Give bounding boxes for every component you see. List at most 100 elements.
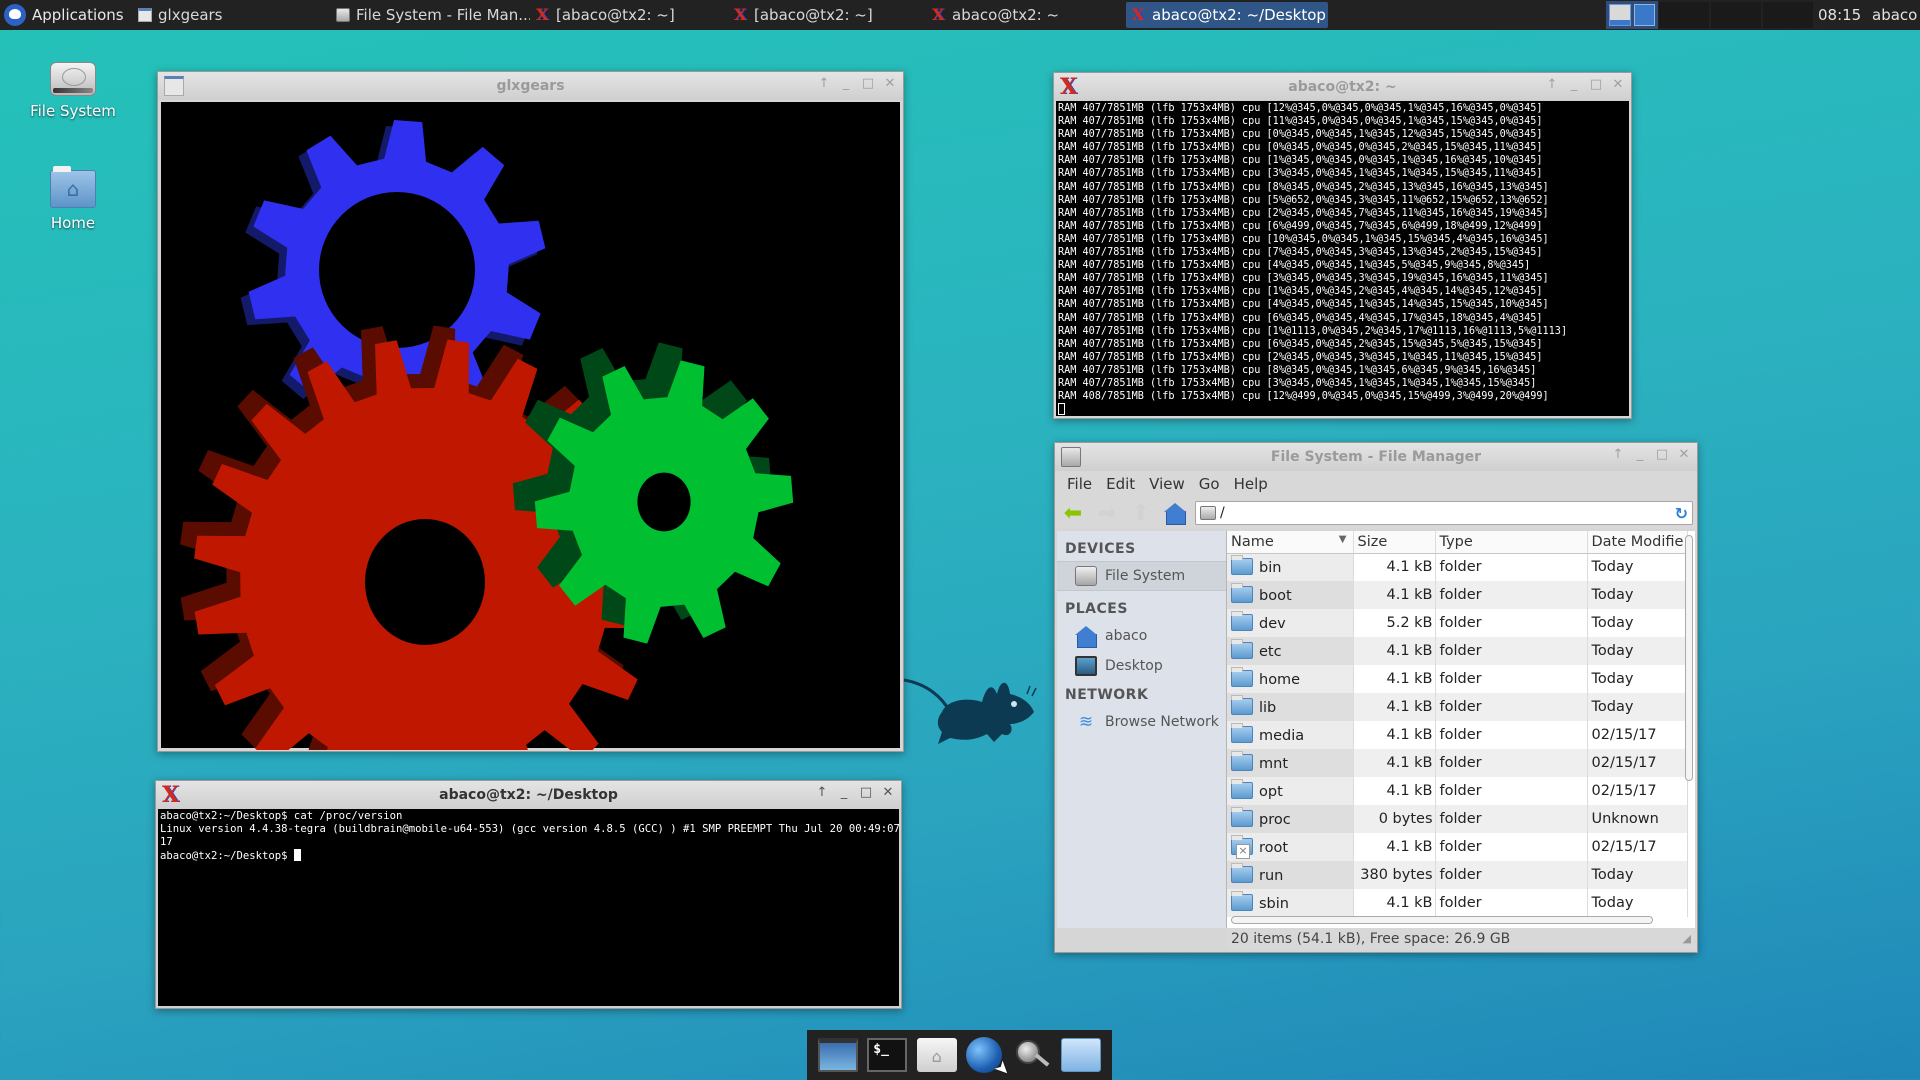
file-row[interactable]: run 380 bytes folder Today xyxy=(1227,861,1688,889)
sidebar-item-abaco[interactable]: abaco xyxy=(1057,621,1226,651)
terminal-prompt-line: abaco@tx2:~/Desktop$ xyxy=(160,849,897,863)
maximize-button[interactable]: □ xyxy=(1589,77,1603,92)
minimize-button[interactable]: _ xyxy=(1633,447,1647,462)
terminal-line: RAM 407/7851MB (lfb 1753x4MB) cpu [1%@34… xyxy=(1058,155,1543,167)
file-name: dev xyxy=(1259,616,1286,632)
user-menu[interactable]: abaco xyxy=(1872,6,1917,24)
dock-terminal[interactable]: $_ xyxy=(867,1038,908,1072)
file-row[interactable]: lib 4.1 kB folder Today xyxy=(1227,693,1688,721)
column-header-type[interactable]: Type xyxy=(1435,531,1588,554)
file-row[interactable]: mnt 4.1 kB folder 02/15/17 xyxy=(1227,749,1688,777)
desktop-icon-file-system[interactable]: File System xyxy=(18,62,128,120)
file-type: folder xyxy=(1435,553,1588,581)
column-header-date[interactable]: Date Modifie xyxy=(1587,531,1688,554)
taskbar-item-terminal-2[interactable]: X [abaco@tx2: ~] xyxy=(728,2,928,28)
file-type: folder xyxy=(1435,721,1588,749)
terminal-desktop-window: X abaco@tx2: ~/Desktop ↑ _ □ ✕ abaco@tx2… xyxy=(155,780,902,1009)
file-table: Name ▼ Size Type Date Modifie bin 4.1 kB fo… xyxy=(1227,531,1688,917)
file-row[interactable]: boot 4.1 kB folder Today xyxy=(1227,581,1688,609)
file-row[interactable]: bin 4.1 kB folder Today xyxy=(1227,553,1688,581)
terminal-titlebar[interactable]: X abaco@tx2: ~ ↑ _ □ ✕ xyxy=(1054,73,1631,101)
file-type: folder xyxy=(1435,637,1588,665)
file-row[interactable]: sbin 4.1 kB folder Today xyxy=(1227,889,1688,917)
vertical-scrollbar[interactable] xyxy=(1685,535,1693,781)
menu-help[interactable]: Help xyxy=(1228,475,1274,493)
minimize-button[interactable]: _ xyxy=(837,785,851,800)
file-row[interactable]: opt 4.1 kB folder 02/15/17 xyxy=(1227,777,1688,805)
file-row[interactable]: etc 4.1 kB folder Today xyxy=(1227,637,1688,665)
dock-show-desktop[interactable] xyxy=(817,1038,858,1072)
forward-button[interactable]: ➡ xyxy=(1093,500,1121,526)
desktop-icon-home[interactable]: Home xyxy=(18,166,128,232)
maximize-button[interactable]: □ xyxy=(859,785,873,800)
column-header-name[interactable]: Name ▼ xyxy=(1227,531,1354,554)
file-type: folder xyxy=(1435,805,1588,833)
close-button[interactable]: ✕ xyxy=(883,76,897,91)
clock[interactable]: 08:15 xyxy=(1818,6,1861,24)
workspace-2[interactable] xyxy=(1633,4,1655,26)
location-path: / xyxy=(1220,505,1225,521)
file-row[interactable]: home 4.1 kB folder Today xyxy=(1227,665,1688,693)
file-name-cell: opt xyxy=(1227,777,1354,805)
terminal-line: RAM 408/7851MB (lfb 1753x4MB) cpu [12%@4… xyxy=(1058,391,1549,403)
shade-button[interactable]: ↑ xyxy=(815,785,829,800)
resize-grip-icon[interactable]: ◢ xyxy=(1683,928,1691,950)
folder-icon xyxy=(1231,751,1253,771)
shade-button[interactable]: ↑ xyxy=(1545,77,1559,92)
dock-web-browser[interactable] xyxy=(966,1037,1003,1073)
reload-icon[interactable]: ↻ xyxy=(1675,504,1688,523)
terminal-line: RAM 407/7851MB (lfb 1753x4MB) cpu [8%@34… xyxy=(1058,364,1537,376)
home-button[interactable] xyxy=(1161,500,1189,526)
minimize-button[interactable]: _ xyxy=(1567,77,1581,92)
folder-icon xyxy=(1231,583,1253,603)
taskbar-item-terminal-desktop[interactable]: X abaco@tx2: ~/Desktop xyxy=(1126,2,1328,28)
gl-canvas[interactable] xyxy=(161,102,900,825)
sidebar-item-browse-network[interactable]: ≋ Browse Network xyxy=(1057,707,1226,737)
terminal-titlebar[interactable]: X abaco@tx2: ~/Desktop ↑ _ □ ✕ xyxy=(156,781,901,809)
terminal-output[interactable]: RAM 407/7851MB (lfb 1753x4MB) cpu [12%@3… xyxy=(1056,101,1629,416)
applications-menu-button[interactable]: Applications xyxy=(0,0,130,30)
taskbar-item-file-manager[interactable]: File System - File Man... xyxy=(330,2,530,28)
sidebar-item-file-system[interactable]: File System xyxy=(1057,561,1226,591)
horizontal-scrollbar[interactable] xyxy=(1231,916,1653,924)
file-row[interactable]: dev 5.2 kB folder Today xyxy=(1227,609,1688,637)
menu-edit[interactable]: Edit xyxy=(1100,475,1141,493)
taskbar-item-terminal-3[interactable]: X abaco@tx2: ~ xyxy=(926,2,1126,28)
glxgears-titlebar[interactable]: glxgears ↑ _ □ ✕ xyxy=(158,72,903,100)
workspace-1[interactable] xyxy=(1609,4,1631,26)
back-button[interactable]: ⬅ xyxy=(1059,500,1087,526)
task-label: abaco@tx2: ~ xyxy=(952,6,1060,24)
sidebar-item-desktop[interactable]: Desktop xyxy=(1057,651,1226,681)
menu-view[interactable]: View xyxy=(1143,475,1191,493)
dock-home-folder[interactable]: ⌂ xyxy=(916,1038,957,1072)
up-button[interactable]: ⬆ xyxy=(1127,500,1155,526)
location-bar[interactable]: / ↻ xyxy=(1195,501,1693,525)
dock-file-manager[interactable] xyxy=(1061,1038,1102,1072)
file-name: proc xyxy=(1259,812,1291,828)
menu-go[interactable]: Go xyxy=(1193,475,1226,493)
close-button[interactable]: ✕ xyxy=(1611,77,1625,92)
file-row[interactable]: proc 0 bytes folder Unknown xyxy=(1227,805,1688,833)
taskbar-item-terminal-1[interactable]: X [abaco@tx2: ~] xyxy=(530,2,730,28)
file-name-cell: run xyxy=(1227,861,1354,889)
terminal-output[interactable]: abaco@tx2:~/Desktop$ cat /proc/version Li… xyxy=(158,809,899,1006)
menu-file[interactable]: File xyxy=(1061,475,1098,493)
task-label: abaco@tx2: ~/Desktop xyxy=(1152,6,1326,24)
dock-app-finder[interactable] xyxy=(1012,1038,1052,1072)
shade-button[interactable]: ↑ xyxy=(817,76,831,91)
xterm-icon: X xyxy=(162,782,180,808)
taskbar-item-glxgears[interactable]: glxgears xyxy=(132,2,332,28)
file-row[interactable]: root 4.1 kBfolder02/15/17 xyxy=(1227,833,1688,861)
column-header-size[interactable]: Size xyxy=(1353,531,1436,554)
minimize-button[interactable]: _ xyxy=(839,76,853,91)
hard-drive-icon xyxy=(1061,447,1081,467)
close-button[interactable]: ✕ xyxy=(1677,447,1691,462)
shade-button[interactable]: ↑ xyxy=(1611,447,1625,462)
maximize-button[interactable]: □ xyxy=(1655,447,1669,462)
file-name-cell: etc xyxy=(1227,637,1354,665)
maximize-button[interactable]: □ xyxy=(861,76,875,91)
close-button[interactable]: ✕ xyxy=(881,785,895,800)
file-row[interactable]: media 4.1 kB folder 02/15/17 xyxy=(1227,721,1688,749)
terminal-line: RAM 407/7851MB (lfb 1753x4MB) cpu [10%@3… xyxy=(1058,233,1549,245)
file-manager-titlebar[interactable]: File System - File Manager ↑ _ □ ✕ xyxy=(1055,443,1697,471)
